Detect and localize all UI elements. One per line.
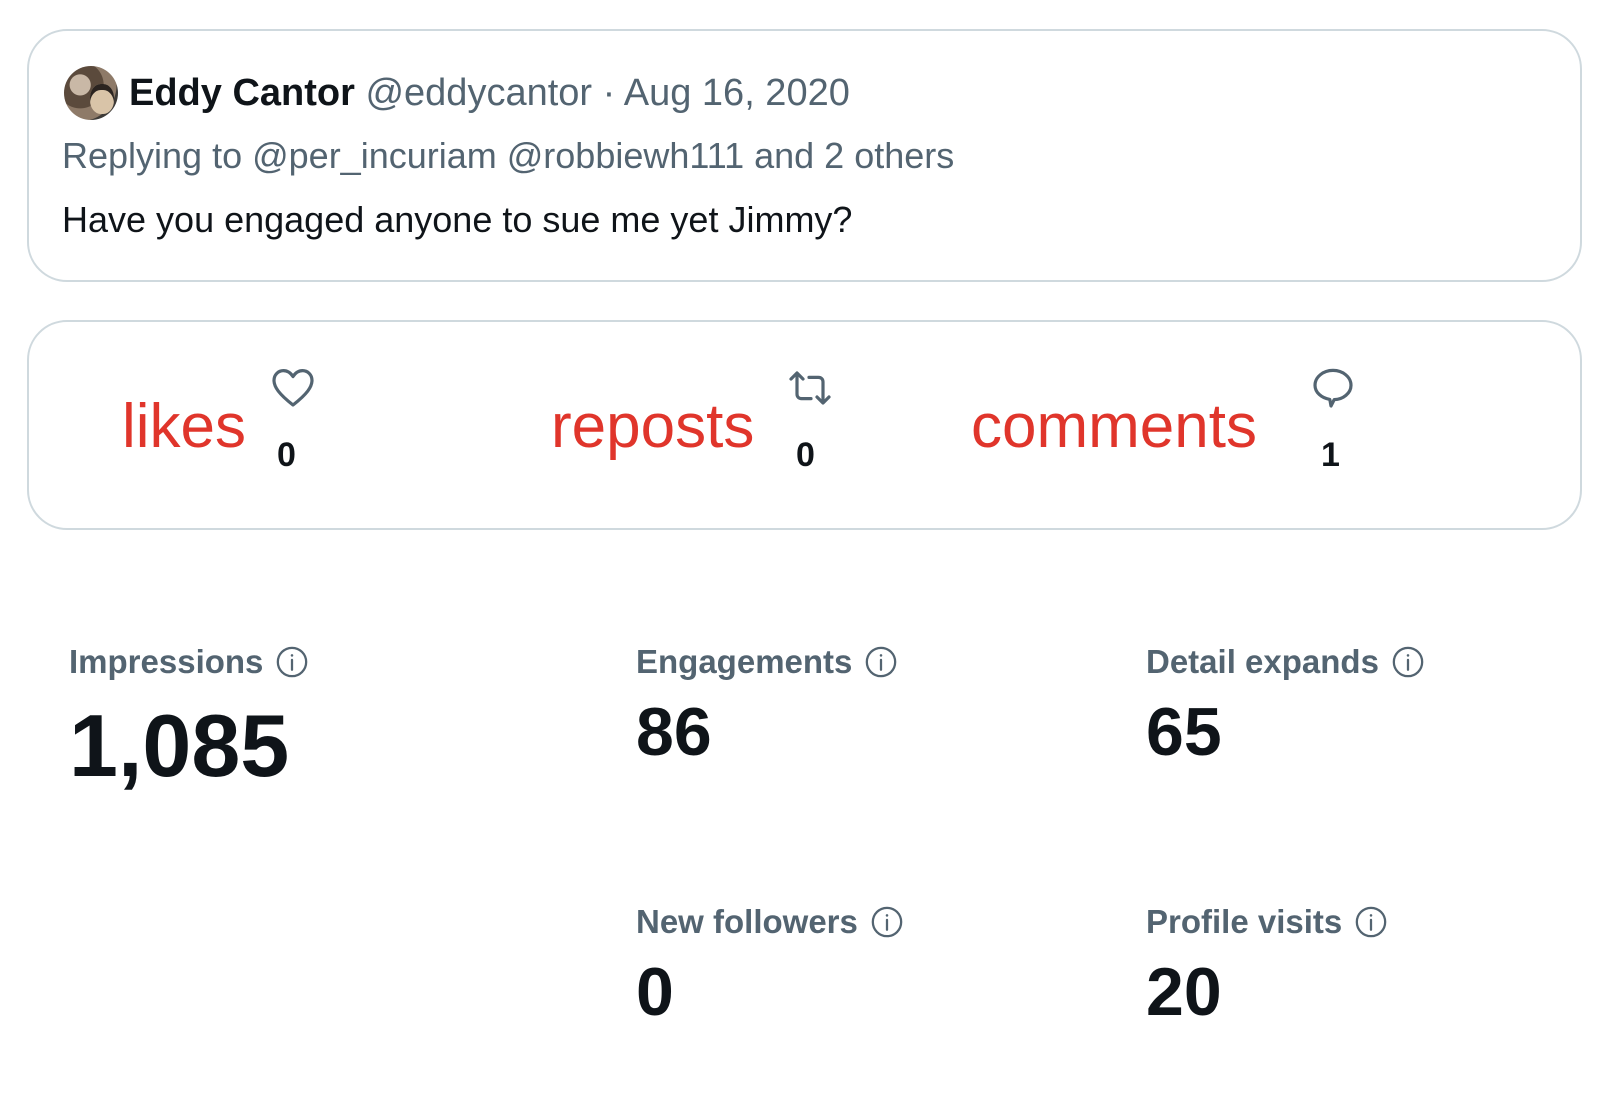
metric-detail-expands: Detail expands 65 bbox=[1146, 642, 1425, 772]
detail-expands-label-row: Detail expands bbox=[1146, 642, 1425, 682]
avatar[interactable] bbox=[64, 66, 118, 120]
author-handle[interactable]: @eddycantor bbox=[365, 72, 592, 114]
impressions-value: 1,085 bbox=[69, 696, 290, 795]
info-icon[interactable] bbox=[870, 905, 904, 939]
tweet-text: Have you engaged anyone to sue me yet Ji… bbox=[62, 199, 853, 240]
author-name[interactable]: Eddy Cantor bbox=[129, 72, 355, 114]
info-icon[interactable] bbox=[1354, 905, 1388, 939]
tweet-card[interactable]: Eddy Cantor @eddycantor · Aug 16, 2020 R… bbox=[27, 29, 1582, 282]
new-followers-value: 0 bbox=[636, 954, 674, 1030]
impressions-label-row: Impressions bbox=[69, 642, 309, 682]
info-icon[interactable] bbox=[864, 645, 898, 679]
metric-engagements: Engagements 86 bbox=[636, 642, 898, 772]
reposts-label: reposts bbox=[551, 392, 755, 461]
new-followers-label: New followers bbox=[636, 903, 858, 940]
tweet-date[interactable]: Aug 16, 2020 bbox=[624, 72, 850, 114]
comments-label: comments bbox=[971, 392, 1257, 461]
likes-label: likes bbox=[122, 392, 247, 461]
replying-to-line: Replying to @per_incuriam @robbiewh111 a… bbox=[62, 135, 955, 176]
engagements-label-row: Engagements bbox=[636, 642, 898, 682]
metric-new-followers: New followers 0 bbox=[636, 902, 904, 1032]
heart-icon[interactable] bbox=[269, 364, 317, 412]
info-icon[interactable] bbox=[1391, 645, 1425, 679]
info-icon[interactable] bbox=[275, 645, 309, 679]
reply-icon[interactable] bbox=[1309, 364, 1357, 412]
new-followers-label-row: New followers bbox=[636, 902, 904, 942]
tweet-header: Eddy Cantor @eddycantor · Aug 16, 2020 bbox=[129, 69, 850, 117]
impressions-label: Impressions bbox=[69, 643, 264, 680]
metric-impressions: Impressions 1,085 bbox=[69, 642, 309, 796]
comments-count: 1 bbox=[1321, 436, 1340, 474]
detail-expands-value: 65 bbox=[1146, 694, 1222, 770]
reactions-card: likes 0 reposts 0 comments 1 bbox=[27, 320, 1582, 530]
retweet-icon[interactable] bbox=[786, 364, 834, 412]
profile-visits-label: Profile visits bbox=[1146, 903, 1343, 940]
engagements-value: 86 bbox=[636, 694, 712, 770]
likes-group: likes 0 bbox=[29, 322, 529, 528]
profile-visits-value: 20 bbox=[1146, 954, 1222, 1030]
reposts-count: 0 bbox=[796, 436, 815, 474]
detail-expands-label: Detail expands bbox=[1146, 643, 1379, 680]
profile-visits-label-row: Profile visits bbox=[1146, 902, 1388, 942]
comments-group: comments 1 bbox=[971, 322, 1584, 528]
separator-dot: · bbox=[602, 72, 616, 114]
engagements-label: Engagements bbox=[636, 643, 853, 680]
metric-profile-visits: Profile visits 20 bbox=[1146, 902, 1388, 1032]
reposts-group: reposts 0 bbox=[529, 322, 1029, 528]
likes-count: 0 bbox=[277, 436, 296, 474]
